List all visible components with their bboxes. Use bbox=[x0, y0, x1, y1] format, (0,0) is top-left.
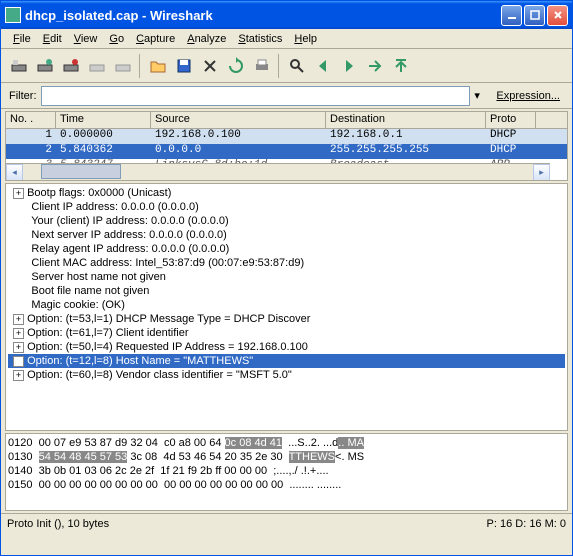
col-time[interactable]: Time bbox=[56, 112, 151, 128]
open-icon[interactable] bbox=[146, 54, 170, 78]
col-source[interactable]: Source bbox=[151, 112, 326, 128]
reload-icon[interactable] bbox=[224, 54, 248, 78]
expand-icon[interactable]: + bbox=[13, 328, 24, 339]
detail-line[interactable]: +Option: (t=61,l=7) Client identifier bbox=[8, 326, 565, 340]
titlebar[interactable]: dhcp_isolated.cap - Wireshark bbox=[1, 1, 572, 29]
minimize-button[interactable] bbox=[501, 5, 522, 26]
col-protocol[interactable]: Proto bbox=[486, 112, 536, 128]
hex-row[interactable]: 0140 3b 0b 01 03 06 2c 2e 2f 1f 21 f9 2b… bbox=[8, 464, 565, 478]
hex-row[interactable]: 0150 00 00 00 00 00 00 00 00 00 00 00 00… bbox=[8, 478, 565, 492]
col-destination[interactable]: Destination bbox=[326, 112, 486, 128]
expand-icon[interactable]: + bbox=[13, 356, 24, 367]
maximize-button[interactable] bbox=[524, 5, 545, 26]
interfaces-icon[interactable] bbox=[7, 54, 31, 78]
hex-row[interactable]: 0130 54 54 48 45 57 53 3c 08 4d 53 46 54… bbox=[8, 450, 565, 464]
detail-line[interactable]: +Option: (t=50,l=4) Requested IP Address… bbox=[8, 340, 565, 354]
packet-row[interactable]: 2 5.840362 0.0.0.0 255.255.255.255 DHCP bbox=[6, 144, 567, 159]
packet-list-header[interactable]: No. . Time Source Destination Proto bbox=[6, 112, 567, 129]
filter-input[interactable] bbox=[41, 86, 471, 106]
packet-row[interactable]: 1 0.000000 192.168.0.100 192.168.0.1 DHC… bbox=[6, 129, 567, 144]
detail-line[interactable]: +Option: (t=53,l=1) DHCP Message Type = … bbox=[8, 312, 565, 326]
app-icon bbox=[5, 7, 21, 23]
detail-line[interactable]: +Bootp flags: 0x0000 (Unicast) bbox=[8, 186, 565, 200]
expand-icon[interactable]: + bbox=[13, 370, 24, 381]
start-capture-icon[interactable] bbox=[59, 54, 83, 78]
menu-view[interactable]: View bbox=[68, 31, 104, 47]
goto-icon[interactable] bbox=[363, 54, 387, 78]
status-right: P: 16 D: 16 M: 0 bbox=[487, 518, 566, 530]
save-icon[interactable] bbox=[172, 54, 196, 78]
menu-analyze[interactable]: Analyze bbox=[181, 31, 232, 47]
close-button[interactable] bbox=[547, 5, 568, 26]
menu-go[interactable]: Go bbox=[103, 31, 130, 47]
filter-dropdown-icon[interactable]: ▾ bbox=[474, 89, 488, 103]
menu-file[interactable]: File bbox=[7, 31, 37, 47]
h-scrollbar[interactable]: ◂▸ bbox=[6, 163, 550, 180]
detail-line[interactable]: Your (client) IP address: 0.0.0.0 (0.0.0… bbox=[8, 214, 565, 228]
status-left: Proto Init (), 10 bytes bbox=[7, 518, 487, 530]
find-icon[interactable] bbox=[285, 54, 309, 78]
menu-capture[interactable]: Capture bbox=[130, 31, 181, 47]
print-icon[interactable] bbox=[250, 54, 274, 78]
detail-line[interactable]: Server host name not given bbox=[8, 270, 565, 284]
back-icon[interactable] bbox=[311, 54, 335, 78]
detail-line[interactable]: +Option: (t=12,l=8) Host Name = "MATTHEW… bbox=[8, 354, 565, 368]
detail-line[interactable]: Next server IP address: 0.0.0.0 (0.0.0.0… bbox=[8, 228, 565, 242]
detail-line[interactable]: Magic cookie: (OK) bbox=[8, 298, 565, 312]
hex-pane[interactable]: 0120 00 07 e9 53 87 d9 32 04 c0 a8 00 64… bbox=[5, 433, 568, 511]
forward-icon[interactable] bbox=[337, 54, 361, 78]
expand-icon[interactable]: + bbox=[13, 188, 24, 199]
toolbar bbox=[1, 49, 572, 83]
filter-bar: Filter: ▾ Expression... bbox=[1, 83, 572, 109]
detail-line[interactable]: +Option: (t=60,l=8) Vendor class identif… bbox=[8, 368, 565, 382]
filter-label: Filter: bbox=[9, 90, 37, 102]
statusbar: Proto Init (), 10 bytes P: 16 D: 16 M: 0 bbox=[1, 513, 572, 533]
options-icon[interactable] bbox=[33, 54, 57, 78]
menu-edit[interactable]: Edit bbox=[37, 31, 68, 47]
detail-line[interactable]: Boot file name not given bbox=[8, 284, 565, 298]
stop-capture-icon[interactable] bbox=[85, 54, 109, 78]
hex-row[interactable]: 0120 00 07 e9 53 87 d9 32 04 c0 a8 00 64… bbox=[8, 436, 565, 450]
expand-icon[interactable]: + bbox=[13, 342, 24, 353]
window-title: dhcp_isolated.cap - Wireshark bbox=[25, 8, 501, 23]
detail-line[interactable]: Client IP address: 0.0.0.0 (0.0.0.0) bbox=[8, 200, 565, 214]
menu-statistics[interactable]: Statistics bbox=[232, 31, 288, 47]
detail-line[interactable]: Relay agent IP address: 0.0.0.0 (0.0.0.0… bbox=[8, 242, 565, 256]
packet-list-pane: No. . Time Source Destination Proto 1 0.… bbox=[5, 111, 568, 181]
menu-help[interactable]: Help bbox=[288, 31, 323, 47]
col-no[interactable]: No. . bbox=[6, 112, 56, 128]
close-file-icon[interactable] bbox=[198, 54, 222, 78]
restart-capture-icon[interactable] bbox=[111, 54, 135, 78]
main-window: dhcp_isolated.cap - Wireshark File Edit … bbox=[0, 0, 573, 556]
detail-line[interactable]: Client MAC address: Intel_53:87:d9 (00:0… bbox=[8, 256, 565, 270]
packet-details-pane[interactable]: +Bootp flags: 0x0000 (Unicast) Client IP… bbox=[5, 183, 568, 431]
menubar: File Edit View Go Capture Analyze Statis… bbox=[1, 29, 572, 49]
goto-first-icon[interactable] bbox=[389, 54, 413, 78]
expression-button[interactable]: Expression... bbox=[492, 88, 564, 104]
expand-icon[interactable]: + bbox=[13, 314, 24, 325]
